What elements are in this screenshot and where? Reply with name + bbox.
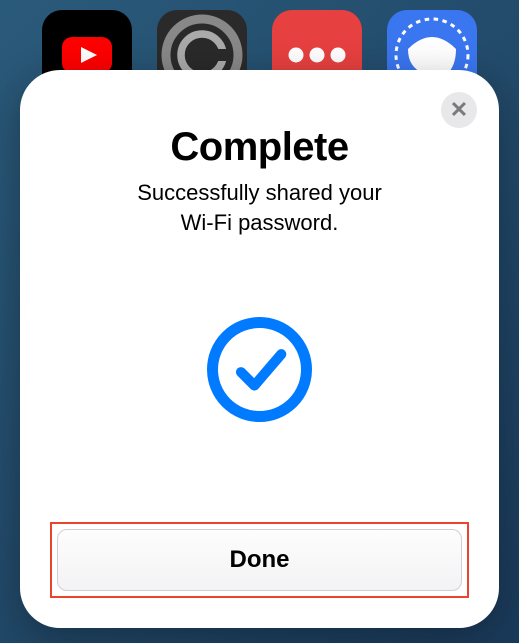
close-icon: ✕ xyxy=(450,97,468,123)
checkmark-circle-icon xyxy=(207,317,312,422)
close-button[interactable]: ✕ xyxy=(441,92,477,128)
done-button-highlight: Done xyxy=(50,522,469,598)
completion-modal: ✕ Complete Successfully shared your Wi-F… xyxy=(20,70,499,628)
modal-title: Complete xyxy=(170,125,348,170)
done-button[interactable]: Done xyxy=(57,529,462,591)
modal-content: Complete Successfully shared your Wi-Fi … xyxy=(50,100,469,522)
success-indicator xyxy=(207,217,312,522)
